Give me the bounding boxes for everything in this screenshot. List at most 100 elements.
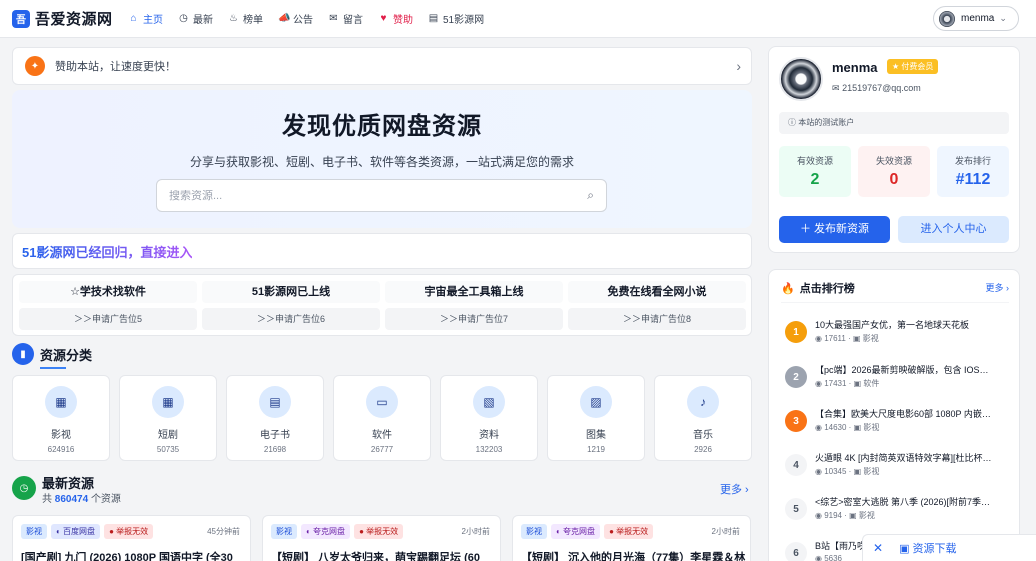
category-short-drama[interactable]: ▦ 短剧 50735 <box>119 375 217 461</box>
rank-category: ▣ 影视 <box>849 511 875 520</box>
view-count: ◉ 17431 <box>815 379 847 388</box>
profile-email: ✉ 21519767@qq.com <box>832 83 921 94</box>
card-time: 2小时前 <box>461 527 490 536</box>
stat-value: 0 <box>889 171 899 188</box>
stat-valid: 有效资源 2 <box>779 146 851 197</box>
ad-grid: ☆学技术找软件 ＞＞申请广告位5 51影源网已上线 ＞＞申请广告位6 宇宙最全工… <box>12 274 752 336</box>
category-name: 图集 <box>586 430 606 441</box>
yingyuan-banner[interactable]: 51影源网已经回归，直接进入 <box>12 233 752 269</box>
meta-separator: · <box>846 467 854 476</box>
category-gallery[interactable]: ▨ 图集 1219 <box>547 375 645 461</box>
rank-number: 1 <box>785 321 807 343</box>
chevron-down-icon: ⌄ <box>999 13 1007 23</box>
info-icon: ⓘ <box>788 118 796 127</box>
chevron-right-icon: › <box>736 58 741 74</box>
rank-title[interactable]: 【pc端】2026最新剪映破解版，包含 IOS… <box>815 363 1005 376</box>
rank-title[interactable]: 火遁眼 4K [内封简英双语特效字幕][杜比杯… <box>815 451 1005 464</box>
sponsor-notice[interactable]: ✦ 赞助本站，让速度更快！ › <box>12 47 752 85</box>
latest-more-link[interactable]: 更多 › <box>720 481 749 497</box>
ad-title: ☆学技术找软件 <box>19 281 197 303</box>
ranking-more-link[interactable]: 更多 › <box>986 281 1010 294</box>
music-icon: ♪ <box>687 386 719 418</box>
user-center-button[interactable]: 进入个人中心 <box>898 216 1009 243</box>
ad-item[interactable]: 宇宙最全工具箱上线 ＞＞申请广告位7 <box>385 281 563 330</box>
category-tag: 影视 <box>271 524 297 539</box>
profile-note: ⓘ 本站的测试账户 <box>779 112 1009 134</box>
site-logo[interactable]: 吾 吾爱资源网 <box>12 8 124 29</box>
hero-title: 发现优质网盘资源 <box>282 113 482 140</box>
site-name: 吾爱资源网 <box>35 11 113 28</box>
profile-name: menma <box>832 60 878 75</box>
rank-title[interactable]: 【合集】欧美大尺度电影60部 1080P 内嵌… <box>815 407 1005 420</box>
search-icon[interactable]: ⌕ <box>587 188 594 203</box>
report-tag: ● 举报无效 <box>354 524 404 539</box>
rank-title[interactable]: 10大最强国产女优，第一名地球天花板 <box>815 318 1005 331</box>
home-icon: ⌂ <box>130 13 137 24</box>
category-music[interactable]: ♪ 音乐 2926 <box>654 375 752 461</box>
category-tag: 影视 <box>21 524 47 539</box>
ad-item[interactable]: 免费在线看全网小说 ＞＞申请广告位8 <box>568 281 746 330</box>
stat-label: 有效资源 <box>796 156 833 166</box>
ad-item[interactable]: 51影源网已上线 ＞＞申请广告位6 <box>202 281 380 330</box>
film-icon: ▦ <box>152 386 184 418</box>
nav-latest[interactable]: ◷ 最新 <box>178 11 213 26</box>
resource-download-link[interactable]: ▣ 资源下载 <box>899 540 956 556</box>
close-icon[interactable]: ✕ <box>873 541 883 555</box>
category-count: 21698 <box>263 445 287 454</box>
ad-slot: ＞＞申请广告位5 <box>19 308 197 330</box>
meta-separator: · <box>846 423 854 432</box>
section-title: 资源分类 <box>40 347 93 363</box>
category-count: 2926 <box>694 445 712 454</box>
email-text: 21519767@qq.com <box>842 83 921 93</box>
rank-number: 3 <box>785 410 807 432</box>
nav-label: 公告 <box>293 15 313 26</box>
view-count: ◉ 10345 <box>815 467 847 476</box>
category-material[interactable]: ▧ 资料 132203 <box>440 375 538 461</box>
rank-meta: ◉ 17611 · ▣ 影视 <box>815 333 879 344</box>
card-title[interactable]: 【短剧】 沉入他的月光海（77集）李星霖＆林 <box>521 549 747 561</box>
stat-label: 发布排行 <box>954 156 991 166</box>
category-software[interactable]: ▭ 软件 26777 <box>333 375 431 461</box>
nav-home[interactable]: ⌂ 主页 <box>128 11 163 26</box>
card-time: 45分钟前 <box>207 527 240 536</box>
ad-slot: ＞＞申请广告位8 <box>568 308 746 330</box>
avatar <box>779 57 823 101</box>
card-title[interactable]: 【短剧】 八岁太爷归来，萌宝踢翻足坛 (60 <box>271 549 497 561</box>
user-menu-button[interactable]: menma ⌄ <box>933 6 1019 31</box>
category-ebook[interactable]: ▤ 电子书 21698 <box>226 375 324 461</box>
category-name: 影视 <box>51 430 71 441</box>
stat-rank: 发布排行 #112 <box>937 146 1009 197</box>
view-count: ◉ 9194 <box>815 511 842 520</box>
folder-icon: ▮ <box>12 343 34 365</box>
nav-ranking[interactable]: ♨ 榜单 <box>228 11 263 26</box>
rank-title[interactable]: <综艺>密室大逃脱 第八季 (2026)[附前7季… <box>815 495 1005 508</box>
resource-card[interactable]: 影视 ◐ 夸克网盘 ● 举报无效 2小时前 【短剧】 八岁太爷归来，萌宝踢翻足坛… <box>262 515 501 561</box>
disk-tag: ◐ 夸克网盘 <box>301 524 351 539</box>
avatar <box>939 10 955 27</box>
card-title[interactable]: [国产剧] 九门 (2026) 1080P 国语中字 (全30 <box>21 549 247 561</box>
category-count: 132203 <box>475 445 503 454</box>
ranking-title: 点击排行榜 <box>799 283 855 295</box>
ad-slot: ＞＞申请广告位7 <box>385 308 563 330</box>
search-input[interactable] <box>169 189 549 202</box>
card-time: 2小时前 <box>711 527 740 536</box>
nav-announcement[interactable]: 📣 公告 <box>278 11 313 26</box>
stat-value: #112 <box>955 171 991 188</box>
ad-item[interactable]: ☆学技术找软件 ＞＞申请广告位5 <box>19 281 197 330</box>
document-icon: ▧ <box>473 386 505 418</box>
publish-resource-button[interactable]: ＋ 发布新资源 <box>779 216 890 243</box>
section-underline <box>40 367 66 369</box>
report-tag: ● 举报无效 <box>604 524 654 539</box>
nav-sponsor[interactable]: ♥ 赞助 <box>378 11 413 26</box>
latest-total: 共 860474 个资源 <box>42 490 121 505</box>
meta-separator: · <box>845 334 853 343</box>
nav-message[interactable]: ✉ 留言 <box>328 11 363 26</box>
rank-meta: ◉ 5636 <box>815 554 842 561</box>
category-name: 软件 <box>372 430 392 441</box>
resource-card[interactable]: 影视 ◐ 夸克网盘 ● 举报无效 2小时前 【短剧】 沉入他的月光海（77集）李… <box>512 515 751 561</box>
resource-card[interactable]: 影视 ◐ 百度网盘 ● 举报无效 45分钟前 [国产剧] 九门 (2026) 1… <box>12 515 251 561</box>
category-video[interactable]: ▦ 影视 624916 <box>12 375 110 461</box>
nav-label: 留言 <box>343 15 363 26</box>
view-count: ◉ 17611 <box>815 334 846 343</box>
nav-51yingyuan[interactable]: ▤ 51影源网 <box>428 11 484 26</box>
